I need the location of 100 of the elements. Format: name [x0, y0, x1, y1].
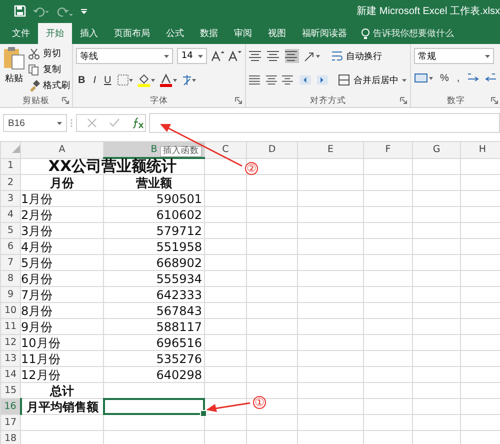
- row-header[interactable]: 8: [0, 270, 20, 286]
- row-header[interactable]: 6: [0, 238, 20, 254]
- currency-icon[interactable]: [414, 71, 434, 85]
- font-style-button[interactable]: U: [102, 74, 114, 86]
- align-bottom-icon[interactable]: [285, 49, 299, 63]
- row-header[interactable]: 9: [0, 286, 20, 302]
- align-middle-icon[interactable]: [267, 49, 281, 63]
- merge-center-button[interactable]: 合并后居中: [338, 72, 398, 88]
- table-cell: 590501: [156, 192, 202, 206]
- row-header[interactable]: 18: [0, 430, 20, 444]
- ribbon-tab[interactable]: 公式: [158, 23, 192, 44]
- table-cell: 营业额: [136, 176, 172, 190]
- dialog-launcher-icon[interactable]: [490, 97, 498, 104]
- row-header[interactable]: 10: [0, 302, 20, 318]
- table-cell: 555934: [156, 272, 202, 286]
- undo-icon[interactable]: [32, 5, 50, 17]
- ribbon-tab[interactable]: 数据: [192, 23, 226, 44]
- table-cell: 9月份: [21, 320, 53, 334]
- column-header[interactable]: F: [364, 142, 412, 158]
- column-header[interactable]: E: [298, 142, 364, 158]
- table-cell: 3月份: [21, 224, 53, 238]
- column-header[interactable]: C: [204, 142, 246, 158]
- dialog-launcher-icon[interactable]: [400, 97, 407, 104]
- group-label: 数字: [446, 94, 465, 106]
- ribbon-tab[interactable]: 福昕阅读器: [294, 23, 355, 44]
- fill-color-icon[interactable]: [137, 73, 156, 87]
- font-color-icon[interactable]: [159, 73, 178, 87]
- comma-style-button[interactable]: ,: [454, 72, 462, 84]
- table-cell: 总计: [50, 384, 74, 398]
- row-header[interactable]: 12: [0, 334, 20, 350]
- cut-button[interactable]: 剪切: [28, 46, 70, 61]
- dialog-launcher-icon[interactable]: [235, 97, 242, 104]
- font-grow-icon[interactable]: [210, 50, 224, 62]
- font-size-field[interactable]: 14: [177, 48, 207, 64]
- decrease-indent-icon[interactable]: [299, 73, 312, 87]
- row-header[interactable]: 4: [0, 206, 20, 222]
- ribbon-tab[interactable]: 视图: [260, 23, 294, 44]
- font-name-field[interactable]: 等线: [76, 48, 174, 64]
- table-cell: 551958: [156, 240, 202, 254]
- column-header[interactable]: H: [460, 142, 500, 158]
- insert-function-icon[interactable]: [132, 117, 144, 129]
- table-cell: 579712: [156, 224, 202, 238]
- copy-icon: [28, 64, 40, 76]
- table-cell: 2月份: [21, 208, 53, 222]
- align-top-icon[interactable]: [249, 49, 263, 63]
- column-header[interactable]: A: [20, 142, 104, 158]
- dialog-launcher-icon[interactable]: [62, 97, 69, 104]
- selected-cell[interactable]: [103, 398, 205, 415]
- dropdown-caret-icon: [164, 54, 170, 58]
- table-cell: 640298: [156, 368, 202, 382]
- increase-indent-icon[interactable]: [316, 73, 328, 87]
- phonetic-icon[interactable]: [181, 73, 198, 87]
- row-header[interactable]: 15: [0, 382, 20, 398]
- save-icon[interactable]: [14, 5, 26, 17]
- scissors-icon: [28, 48, 40, 60]
- table-cell: 11月份: [21, 352, 60, 366]
- formula-input-field[interactable]: [149, 113, 500, 133]
- row-header[interactable]: 16: [0, 398, 20, 414]
- paste-button[interactable]: 粘贴: [3, 46, 25, 94]
- align-center-icon[interactable]: [266, 73, 278, 87]
- ribbon-tab[interactable]: 文件: [4, 23, 38, 44]
- fill-handle[interactable]: [200, 410, 207, 417]
- align-right-icon[interactable]: [282, 73, 296, 87]
- font-style-button[interactable]: B: [76, 74, 88, 86]
- format-painter-button[interactable]: 格式刷: [28, 78, 70, 93]
- ribbon-tab[interactable]: 开始: [38, 23, 72, 44]
- row-header[interactable]: 13: [0, 350, 20, 366]
- font-style-button[interactable]: I: [91, 74, 98, 86]
- table-cell: 7月份: [21, 288, 53, 302]
- name-box[interactable]: B16: [3, 114, 67, 132]
- ribbon-tab[interactable]: 审阅: [226, 23, 260, 44]
- annotation-number: ②: [245, 162, 258, 175]
- check-icon[interactable]: [109, 118, 120, 128]
- row-header[interactable]: 1: [0, 158, 20, 174]
- column-header[interactable]: G: [412, 142, 460, 158]
- row-header[interactable]: 7: [0, 254, 20, 270]
- table-cell: 588117: [156, 320, 202, 334]
- window-title: 新建 Microsoft Excel 工作表.xlsx: [356, 4, 500, 18]
- font-shrink-icon[interactable]: [228, 50, 242, 62]
- copy-button[interactable]: 复制: [28, 62, 70, 77]
- ribbon-tab[interactable]: 插入: [72, 23, 106, 44]
- annotation-number: ①: [253, 396, 266, 409]
- lightbulb-icon: [361, 28, 370, 40]
- dropdown-caret-icon[interactable]: [402, 78, 407, 82]
- table-cell: 12月份: [21, 368, 60, 382]
- wrap-text-button[interactable]: 自动换行: [331, 48, 382, 64]
- number-format-field[interactable]: 常规: [414, 48, 494, 64]
- table-cell: 668902: [156, 256, 202, 270]
- row-header[interactable]: 2: [0, 174, 20, 190]
- column-header[interactable]: D: [246, 142, 298, 158]
- row-header[interactable]: 14: [0, 366, 20, 382]
- row-header[interactable]: 3: [0, 190, 20, 206]
- row-header[interactable]: 5: [0, 222, 20, 238]
- redo-icon[interactable]: [56, 5, 74, 17]
- border-icon[interactable]: [117, 74, 134, 86]
- percent-button[interactable]: %: [438, 72, 451, 84]
- ribbon-tab[interactable]: 页面布局: [106, 23, 158, 44]
- row-header[interactable]: 11: [0, 318, 20, 334]
- row-header[interactable]: 17: [0, 414, 20, 430]
- align-left-icon[interactable]: [249, 73, 262, 87]
